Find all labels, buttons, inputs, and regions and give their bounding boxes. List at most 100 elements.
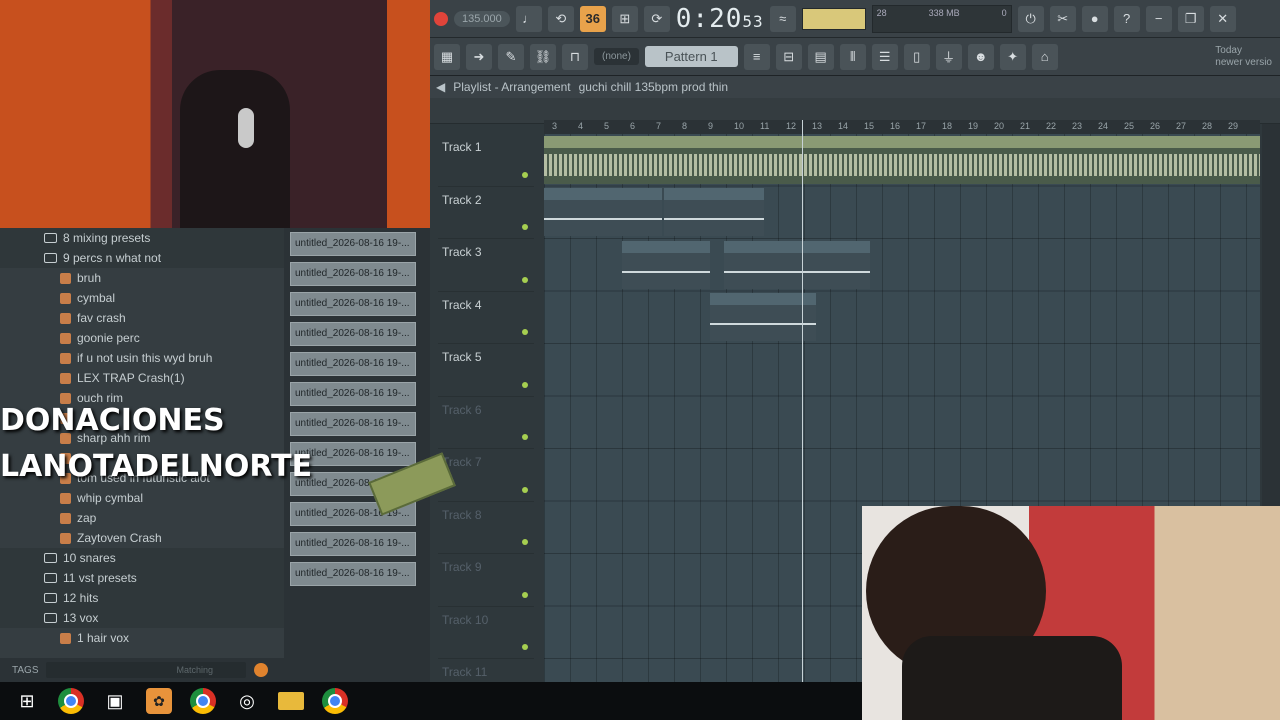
scissors-icon[interactable]: ✂ xyxy=(1049,5,1076,32)
track-header[interactable]: Track 2 xyxy=(438,187,534,239)
track-mute-led[interactable] xyxy=(522,224,528,230)
browser-item-label: Zaytoven Crash xyxy=(77,531,162,545)
browser-file[interactable]: bruh xyxy=(0,268,284,288)
audio-clip[interactable]: untitled_..._Insert 3 xyxy=(664,188,764,236)
browser-search-input[interactable]: Matching xyxy=(46,662,247,678)
typing-keyboard-icon[interactable]: ⊞ xyxy=(611,5,638,32)
browser-folder[interactable]: 11 vst presets xyxy=(0,568,284,588)
track-mute-led[interactable] xyxy=(522,171,528,178)
file-explorer-icon[interactable] xyxy=(278,692,304,710)
clip-source-item[interactable]: untitled_2026-08-16 19-... xyxy=(290,562,416,586)
tempo-display[interactable]: 135.000 xyxy=(454,10,510,27)
chrome-icon-3[interactable] xyxy=(322,688,348,714)
track-header[interactable]: Track 5 xyxy=(438,344,534,397)
mic-icon[interactable]: ● xyxy=(1081,5,1108,32)
track-mute-led[interactable] xyxy=(522,591,528,598)
restore-icon[interactable]: ❐ xyxy=(1177,5,1204,32)
clip-source-item[interactable]: untitled_2026-08-16 19-... xyxy=(290,532,416,556)
arrow-icon[interactable]: ➜ xyxy=(466,43,492,70)
stamp-icon[interactable]: ⊓ xyxy=(562,43,588,70)
mixer-icon[interactable]: ⫴ xyxy=(839,43,866,70)
wand-icon[interactable]: ✦ xyxy=(999,43,1026,70)
browser-file[interactable]: goonie perc xyxy=(0,328,284,348)
loop-icon[interactable]: ⟲ xyxy=(547,5,574,32)
ruler-tick-label: 19 xyxy=(968,121,979,131)
people-icon[interactable]: ☻ xyxy=(967,43,994,70)
snap-select[interactable]: (none) xyxy=(594,48,639,65)
browser-file[interactable]: Zaytoven Crash xyxy=(0,528,284,548)
windows-start-icon[interactable]: ⊞ xyxy=(14,688,40,714)
browser-folder[interactable]: 13 vox xyxy=(0,608,284,628)
piano-roll-icon[interactable]: ⊟ xyxy=(775,43,802,70)
fl-studio-icon[interactable]: ✿ xyxy=(146,688,172,714)
playlist-icon[interactable]: ≡ xyxy=(743,43,770,70)
step-edit-button[interactable]: 36 xyxy=(579,5,606,32)
browser-folder[interactable]: 12 hits xyxy=(0,588,284,608)
track-header[interactable]: Track 1 xyxy=(438,134,534,187)
news-panel[interactable]: Today newer versio xyxy=(1215,45,1272,69)
track-mute-led[interactable] xyxy=(522,644,528,650)
clip-source-item[interactable]: untitled_2026-08-16 19-... xyxy=(290,232,416,256)
link-icon[interactable]: ⛓ xyxy=(530,43,556,70)
clip-source-item[interactable]: untitled_2026-08-16 19-... xyxy=(290,352,416,376)
clip-source-item[interactable]: untitled_2026-08-16 19-... xyxy=(290,262,416,286)
blend-icon[interactable]: ⟳ xyxy=(643,5,670,32)
audio-clip[interactable]: untitled_2..6_Insert 3 xyxy=(710,293,816,341)
clip-source-item[interactable]: untitled_2026-08-16 19-... xyxy=(290,322,416,346)
obs-icon[interactable]: ◎ xyxy=(234,688,260,714)
audio-clip[interactable]: guchi chill 135bpm prod thin xyxy=(544,136,1260,184)
pencil-icon[interactable]: ✎ xyxy=(498,43,524,70)
browser-file[interactable]: whip cymbal xyxy=(0,488,284,508)
track-header[interactable]: Track 8 xyxy=(438,502,534,554)
time-main: 0:20 xyxy=(675,3,743,34)
browser-folder[interactable]: 8 mixing presets xyxy=(0,228,284,248)
audio-clip[interactable]: untitled_2026-..40-05_Insert 3 xyxy=(724,241,870,289)
play-icon[interactable]: ◀ xyxy=(436,80,445,94)
document-icon[interactable]: ▯ xyxy=(903,43,930,70)
browser-file[interactable]: 1 hair vox xyxy=(0,628,284,648)
track-mute-led[interactable] xyxy=(522,276,528,283)
audio-clip[interactable]: untitled_..._Insert 3 xyxy=(622,241,710,289)
browser-icon[interactable]: ☰ xyxy=(871,43,898,70)
tags-label[interactable]: TAGS xyxy=(12,665,38,676)
track-header[interactable]: Track 6 xyxy=(438,397,534,449)
pattern-selector[interactable]: Pattern 1 xyxy=(644,46,738,67)
browser-file[interactable]: zap xyxy=(0,508,284,528)
store-icon[interactable]: ⌂ xyxy=(1031,43,1058,70)
search-icon[interactable] xyxy=(254,663,269,677)
arrangement-name[interactable]: guchi chill 135bpm prod thin xyxy=(579,80,728,94)
help-icon[interactable]: ? xyxy=(1113,5,1140,32)
close-icon[interactable]: ✕ xyxy=(1209,5,1236,32)
channel-rack-icon[interactable]: ▤ xyxy=(807,43,834,70)
track-header[interactable]: Track 10 xyxy=(438,607,534,659)
track-header[interactable]: Track 4 xyxy=(438,292,534,344)
chrome-icon-2[interactable] xyxy=(190,688,216,714)
track-mute-led[interactable] xyxy=(522,486,528,493)
track-header[interactable]: Track 3 xyxy=(438,239,534,292)
browser-file[interactable]: cymbal xyxy=(0,288,284,308)
browser-folder[interactable]: 10 snares xyxy=(0,548,284,568)
track-mute-led[interactable] xyxy=(522,329,528,335)
plugin-icon[interactable]: ⏚ xyxy=(935,43,962,70)
record-button[interactable] xyxy=(434,11,448,26)
browser-file[interactable]: fav crash xyxy=(0,308,284,328)
timeline-ruler[interactable]: 3 4 5 6 7 8 9 10 11 12 13 14 15 16 17 18 19 20 21 22 23 24 25 2… xyxy=(544,120,1260,134)
metronome-icon[interactable]: ♩ xyxy=(515,5,542,32)
minimize-icon[interactable]: − xyxy=(1145,5,1172,32)
folder-icon xyxy=(44,613,57,623)
track-mute-led[interactable] xyxy=(522,381,528,388)
piano-icon[interactable]: ▦ xyxy=(434,43,460,70)
clip-source-item[interactable]: untitled_2026-08-16 19-... xyxy=(290,292,416,316)
browser-file[interactable]: LEX TRAP Crash(1) xyxy=(0,368,284,388)
track-mute-led[interactable] xyxy=(522,539,528,545)
track-header[interactable]: Track 7 xyxy=(438,449,534,502)
chrome-icon[interactable] xyxy=(58,688,84,714)
track-header[interactable]: Track 9 xyxy=(438,554,534,607)
browser-folder[interactable]: 9 percs n what not xyxy=(0,248,284,268)
audio-clip[interactable]: untitled_20..82_Insert 3 xyxy=(544,188,662,236)
track-mute-led[interactable] xyxy=(522,434,528,440)
browser-file[interactable]: if u not usin this wyd bruh xyxy=(0,348,284,368)
power-icon[interactable]: ⏻ xyxy=(1017,5,1044,32)
playhead[interactable] xyxy=(802,120,803,682)
media-icon[interactable]: ▣ xyxy=(102,688,128,714)
